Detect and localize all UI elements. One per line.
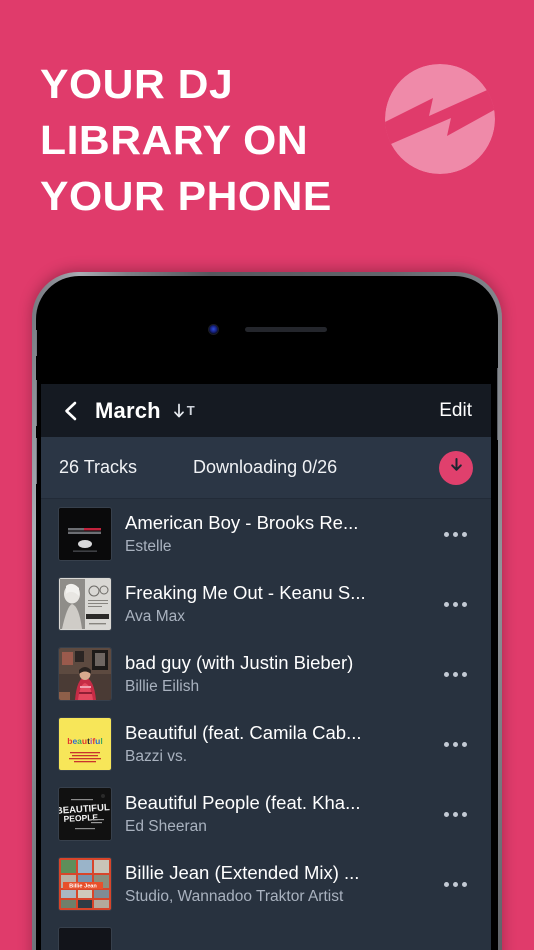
track-title: American Boy - Brooks Re... [125, 512, 359, 533]
track-count-label: 26 Tracks [59, 457, 138, 477]
svg-text:Billie Jean: Billie Jean [69, 884, 97, 890]
track-artist: Bazzi vs. [125, 748, 188, 765]
more-options-icon[interactable] [435, 531, 475, 537]
track-row[interactable]: Billie Jean Billie Jean (Extended Mix) .… [41, 849, 491, 919]
track-list[interactable]: American Boy - Brooks Re... Estelle Frea… [41, 499, 491, 950]
lightning-circle-logo-icon [385, 64, 495, 174]
download-status-label: Downloading 0/26 [193, 457, 338, 477]
more-options-icon[interactable] [435, 881, 475, 887]
promo-banner: YOUR DJ LIBRARY ON YOUR PHONE [0, 0, 534, 268]
phone-bezel: March T Edit 26 Tracks Downloading 0/26 [36, 276, 498, 950]
partial-cover [59, 928, 111, 950]
track-text: Beautiful People (feat. Kha... Ed Sheera… [125, 791, 429, 837]
track-row[interactable]: beautiful Beautiful (feat. Camila Cab...… [41, 709, 491, 779]
page-title: YOUR DJ LIBRARY ON YOUR PHONE [40, 61, 332, 219]
playlist-title: March [95, 397, 161, 423]
track-row[interactable]: American Boy - Brooks Re... Estelle [41, 499, 491, 569]
track-text: Beautiful (feat. Camila Cab... Bazzi vs. [125, 721, 429, 767]
track-artist: Ed Sheeran [125, 818, 207, 835]
phone-sensor-row [36, 324, 498, 335]
sort-descending-icon [172, 403, 186, 419]
volume-down-button[interactable] [36, 438, 37, 484]
track-text: American Boy - Brooks Re... Estelle [125, 511, 429, 557]
chevron-left-icon[interactable] [60, 400, 82, 422]
edit-button[interactable]: Edit [439, 400, 472, 422]
app-screen: March T Edit 26 Tracks Downloading 0/26 [41, 384, 491, 950]
track-text: Billie Jean (Extended Mix) ... Studio, W… [125, 861, 429, 907]
bad-guy-cover [59, 648, 111, 700]
sort-field-letter: T [186, 403, 195, 418]
track-title: Billie Jean (Extended Mix) ... [125, 862, 360, 883]
sort-indicator[interactable]: T [172, 403, 195, 419]
track-title: Freaking Me Out - Keanu S... [125, 582, 366, 603]
track-row[interactable]: BEAUTIFUL PEOPLE Beautiful People (feat.… [41, 779, 491, 849]
front-camera-icon [207, 324, 219, 335]
track-row[interactable] [41, 919, 491, 950]
track-title: bad guy (with Justin Bieber) [125, 652, 354, 673]
earpiece-speaker-icon [244, 327, 327, 332]
track-title: Beautiful (feat. Camila Cab... [125, 722, 362, 743]
navigation-bar: March T Edit [41, 384, 491, 437]
track-artist: Studio, Wannadoo Traktor Artist [125, 888, 344, 905]
beautiful-people-cover: BEAUTIFUL PEOPLE [59, 788, 111, 840]
more-options-icon[interactable] [435, 811, 475, 817]
power-button[interactable] [497, 368, 498, 440]
phone-mockup: March T Edit 26 Tracks Downloading 0/26 [32, 272, 502, 950]
track-text: bad guy (with Justin Bieber) Billie Eili… [125, 651, 429, 697]
freaking-me-out-cover [59, 578, 111, 630]
track-row[interactable]: Freaking Me Out - Keanu S... Ava Max [41, 569, 491, 639]
track-artist: Billie Eilish [125, 678, 200, 695]
beautiful-cover: beautiful [59, 718, 111, 770]
more-options-icon[interactable] [435, 671, 475, 677]
track-text: Freaking Me Out - Keanu S... Ava Max [125, 581, 429, 627]
american-boy-cover [59, 508, 111, 560]
svg-text:beautiful: beautiful [67, 736, 103, 746]
playlist-status-bar: 26 Tracks Downloading 0/26 [41, 437, 491, 499]
track-artist: Estelle [125, 538, 172, 555]
download-arrow-icon [448, 457, 465, 479]
track-artist: Ava Max [125, 608, 186, 625]
download-all-button[interactable] [439, 450, 473, 485]
billie-jean-cover: Billie Jean [59, 858, 111, 910]
more-options-icon[interactable] [435, 601, 475, 607]
track-title: Beautiful People (feat. Kha... [125, 792, 361, 813]
track-row[interactable]: bad guy (with Justin Bieber) Billie Eili… [41, 639, 491, 709]
volume-up-button[interactable] [36, 380, 37, 426]
more-options-icon[interactable] [435, 741, 475, 747]
